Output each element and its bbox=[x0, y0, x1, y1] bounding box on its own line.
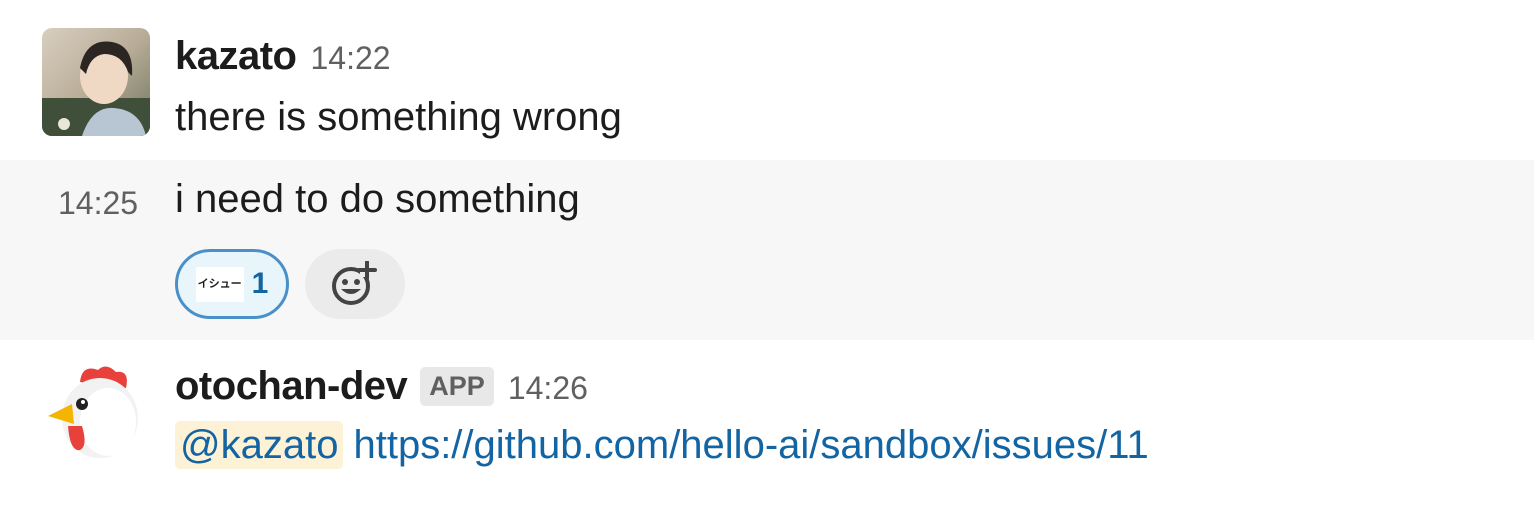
add-reaction-button[interactable] bbox=[305, 249, 405, 319]
app-badge: APP bbox=[420, 367, 494, 406]
bot-username[interactable]: otochan-dev bbox=[175, 364, 408, 409]
username[interactable]: kazato bbox=[175, 34, 297, 79]
user-avatar-photo bbox=[42, 28, 150, 136]
issue-emoji-icon: イシュー bbox=[195, 266, 244, 302]
message-header: kazato 14:22 bbox=[175, 34, 391, 79]
user-mention[interactable]: @kazato bbox=[175, 421, 344, 469]
chicken-icon bbox=[48, 366, 138, 458]
avatar[interactable] bbox=[42, 28, 150, 136]
reaction-pill[interactable]: イシュー 1 bbox=[175, 249, 289, 319]
timestamp[interactable]: 14:22 bbox=[311, 40, 391, 77]
bot-avatar[interactable] bbox=[42, 360, 150, 468]
reaction-count: 1 bbox=[251, 267, 269, 300]
issue-link[interactable]: https://github.com/hello-ai/sandbox/issu… bbox=[353, 423, 1148, 467]
add-reaction-icon bbox=[332, 261, 377, 305]
message-text: there is something wrong bbox=[175, 95, 622, 139]
message-text: i need to do something bbox=[175, 177, 580, 221]
message-text: @kazato https://github.com/hello-ai/sandb… bbox=[175, 421, 1149, 469]
timestamp[interactable]: 14:26 bbox=[508, 370, 588, 407]
message-header: otochan-dev APP 14:26 bbox=[175, 364, 588, 410]
hover-timestamp[interactable]: 14:25 bbox=[58, 185, 138, 222]
